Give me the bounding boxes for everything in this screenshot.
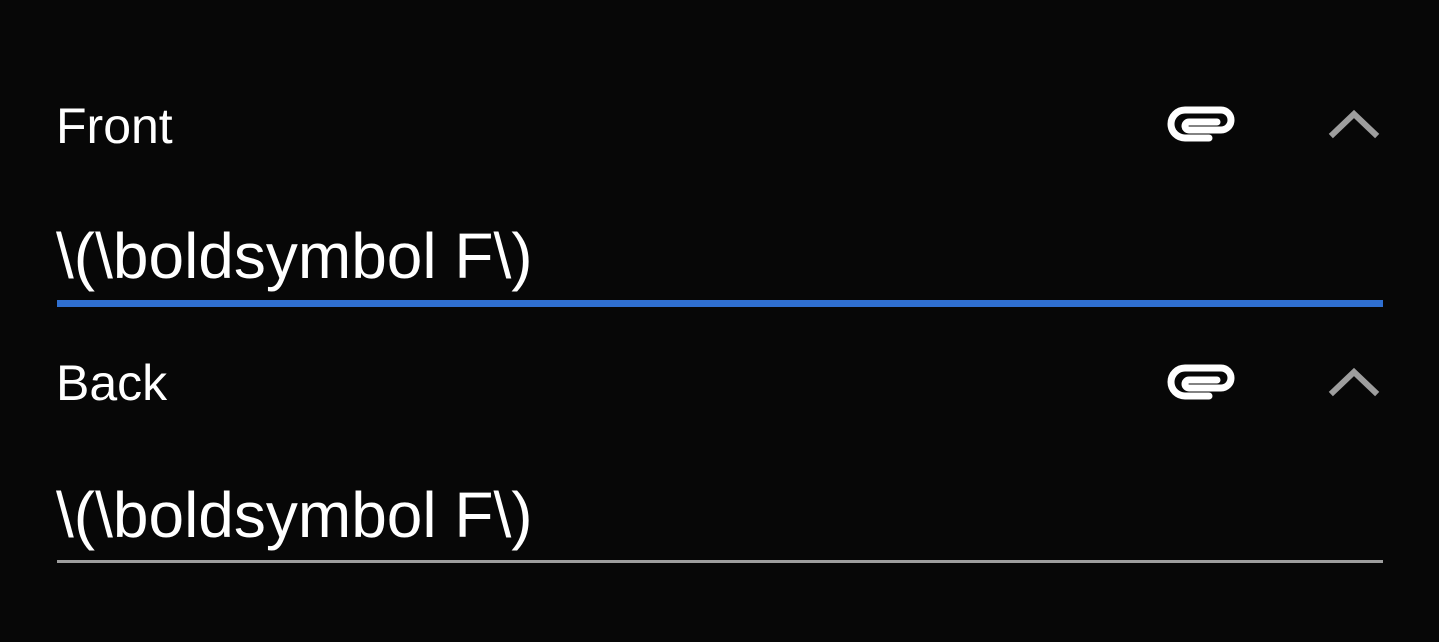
back-field-label: Back (56, 355, 168, 411)
chevron-up-icon (1328, 367, 1380, 397)
back-input-underline (57, 560, 1383, 563)
front-text-input[interactable]: \(\boldsymbol F\) (56, 220, 1256, 292)
back-collapse-button[interactable] (1318, 354, 1390, 410)
back-text-input[interactable]: \(\boldsymbol F\) (56, 479, 1256, 551)
front-input-underline (57, 300, 1383, 307)
front-field-label: Front (56, 98, 173, 154)
front-attach-button[interactable] (1160, 96, 1246, 152)
front-collapse-button[interactable] (1318, 96, 1390, 152)
chevron-up-icon (1328, 109, 1380, 139)
back-attach-button[interactable] (1160, 354, 1246, 410)
paperclip-icon (1167, 364, 1235, 400)
paperclip-icon (1167, 106, 1235, 142)
